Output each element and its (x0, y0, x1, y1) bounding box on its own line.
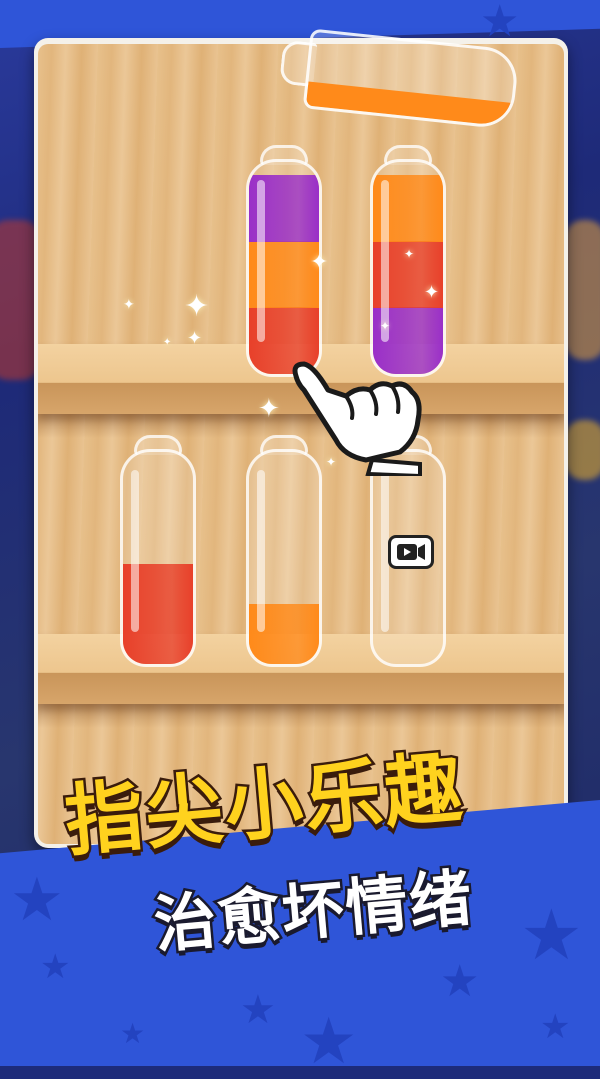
video-ad-icon[interactable] (388, 535, 434, 569)
bottle[interactable] (120, 435, 196, 667)
star-icon: ★ (540, 1007, 571, 1047)
pointing-hand-icon (288, 356, 428, 479)
star-icon: ★ (40, 947, 71, 987)
sparkle-icon: ✦ (326, 455, 337, 469)
bottle-gloss (381, 180, 389, 342)
bottle-body (246, 449, 322, 667)
star-icon: ★ (120, 1017, 146, 1050)
sparkle-icon: ✦ (258, 394, 280, 424)
star-icon: ★ (440, 956, 480, 1007)
sparkle-icon: ✦ (424, 282, 440, 303)
bottle-gloss (131, 470, 139, 632)
bottle-gloss (257, 470, 265, 632)
star-icon: ★ (300, 1005, 358, 1079)
sparkle-icon: ✦ (187, 328, 203, 349)
bottle[interactable] (370, 145, 446, 377)
star-icon: ★ (520, 894, 583, 976)
sparkle-icon: ✦ (123, 297, 135, 313)
sparkle-icon: ✦ (163, 337, 172, 348)
sparkle-icon: ✦ (310, 250, 329, 275)
star-icon: ★ (10, 865, 64, 935)
sparkle-icon: ✦ (380, 319, 391, 333)
bottle-gloss (257, 180, 265, 342)
sparkle-icon: ✦ (404, 247, 415, 261)
background-blur-right-2 (565, 420, 600, 480)
star-icon: ★ (480, 0, 520, 47)
bottle-body (120, 449, 196, 667)
bottle-body (370, 159, 446, 377)
star-icon: ★ (240, 987, 276, 1033)
sparkle-icon: ✦ (184, 289, 210, 324)
shelf-bottom-shadow (38, 704, 564, 728)
background-blur-right (565, 220, 600, 360)
